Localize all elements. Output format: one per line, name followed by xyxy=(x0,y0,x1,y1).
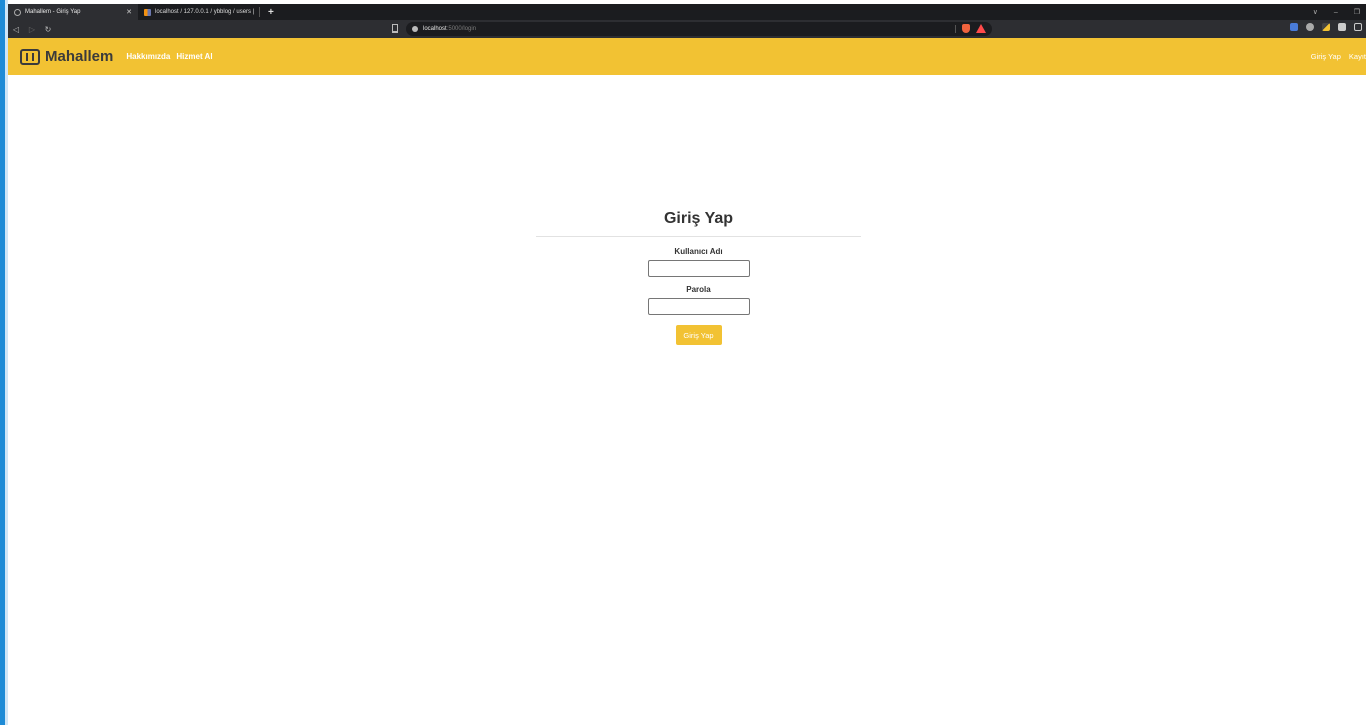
nav-link-hizmet-al[interactable]: Hizmet Al xyxy=(176,52,212,61)
password-field[interactable] xyxy=(647,298,750,315)
username-field[interactable] xyxy=(647,260,750,277)
close-icon[interactable]: ✕ xyxy=(126,8,132,16)
site-info-icon[interactable] xyxy=(412,26,418,32)
extensions xyxy=(1290,23,1362,31)
tab-search-icon[interactable]: ∨ xyxy=(1313,8,1318,16)
bookmark-icon[interactable] xyxy=(392,24,398,33)
minimize-icon[interactable]: – xyxy=(1334,9,1338,16)
nav-link-hakkimizda[interactable]: Hakkımızda xyxy=(126,52,170,61)
login-button[interactable]: Giriş Yap xyxy=(675,325,722,345)
globe-icon xyxy=(14,8,21,16)
tab-phpmyadmin[interactable]: localhost / 127.0.0.1 / ybblog / users | xyxy=(138,4,262,20)
tab-bar: Mahallem - Giriş Yap ✕ localhost / 127.0… xyxy=(8,4,1366,20)
tab-label: localhost / 127.0.0.1 / ybblog / users | xyxy=(155,9,255,15)
site-navbar: Mahallem Hakkımızda Hizmet Al Giriş Yap … xyxy=(8,38,1366,75)
page-title: Giriş Yap xyxy=(663,210,734,227)
nav-links: Hakkımızda Hizmet Al xyxy=(126,52,212,61)
browser-window: Mahallem - Giriş Yap ✕ localhost / 127.0… xyxy=(8,4,1366,725)
extension-icon[interactable] xyxy=(1306,23,1314,31)
map-icon xyxy=(20,48,40,65)
brand[interactable]: Mahallem xyxy=(20,48,113,65)
puzzle-icon[interactable] xyxy=(1338,23,1346,31)
url-host: localhost xyxy=(423,26,447,32)
tab-mahallem[interactable]: Mahallem - Giriş Yap ✕ xyxy=(8,4,138,20)
window-controls: ∨ – ❐ xyxy=(1313,4,1360,20)
new-tab-button[interactable]: + xyxy=(268,7,274,18)
nav-link-login[interactable]: Giriş Yap xyxy=(1311,52,1341,61)
nav-auth-links: Giriş Yap Kayıt xyxy=(1311,38,1366,75)
maximize-icon[interactable]: ❐ xyxy=(1354,8,1360,16)
extension-icon[interactable] xyxy=(1322,23,1330,31)
brave-rewards-icon[interactable] xyxy=(976,24,986,33)
browser-toolbar: ◁ ▷ ↻ localhost:5000/login xyxy=(8,20,1366,38)
reload-icon[interactable]: ↻ xyxy=(40,25,56,34)
brave-shields-icon[interactable] xyxy=(962,24,970,33)
login-form: Giriş Yap Kullanıcı Adı Parola Giriş Yap xyxy=(536,210,861,345)
back-icon[interactable]: ◁ xyxy=(8,25,24,34)
nav-link-register[interactable]: Kayıt xyxy=(1349,52,1366,61)
window-left-edge xyxy=(0,0,8,725)
address-bar[interactable]: localhost:5000/login xyxy=(406,22,992,36)
translate-icon[interactable] xyxy=(1290,23,1298,31)
phpmyadmin-icon xyxy=(144,8,151,16)
divider xyxy=(536,236,861,237)
username-label: Kullanıcı Adı xyxy=(674,247,723,256)
main-content: Giriş Yap Kullanıcı Adı Parola Giriş Yap xyxy=(8,75,1366,725)
brand-name: Mahallem xyxy=(45,48,114,65)
url-path: :5000/login xyxy=(446,26,477,32)
wallet-icon[interactable] xyxy=(1354,23,1362,31)
password-label: Parola xyxy=(686,285,711,294)
forward-icon[interactable]: ▷ xyxy=(24,25,40,34)
tab-label: Mahallem - Giriş Yap xyxy=(25,9,81,15)
